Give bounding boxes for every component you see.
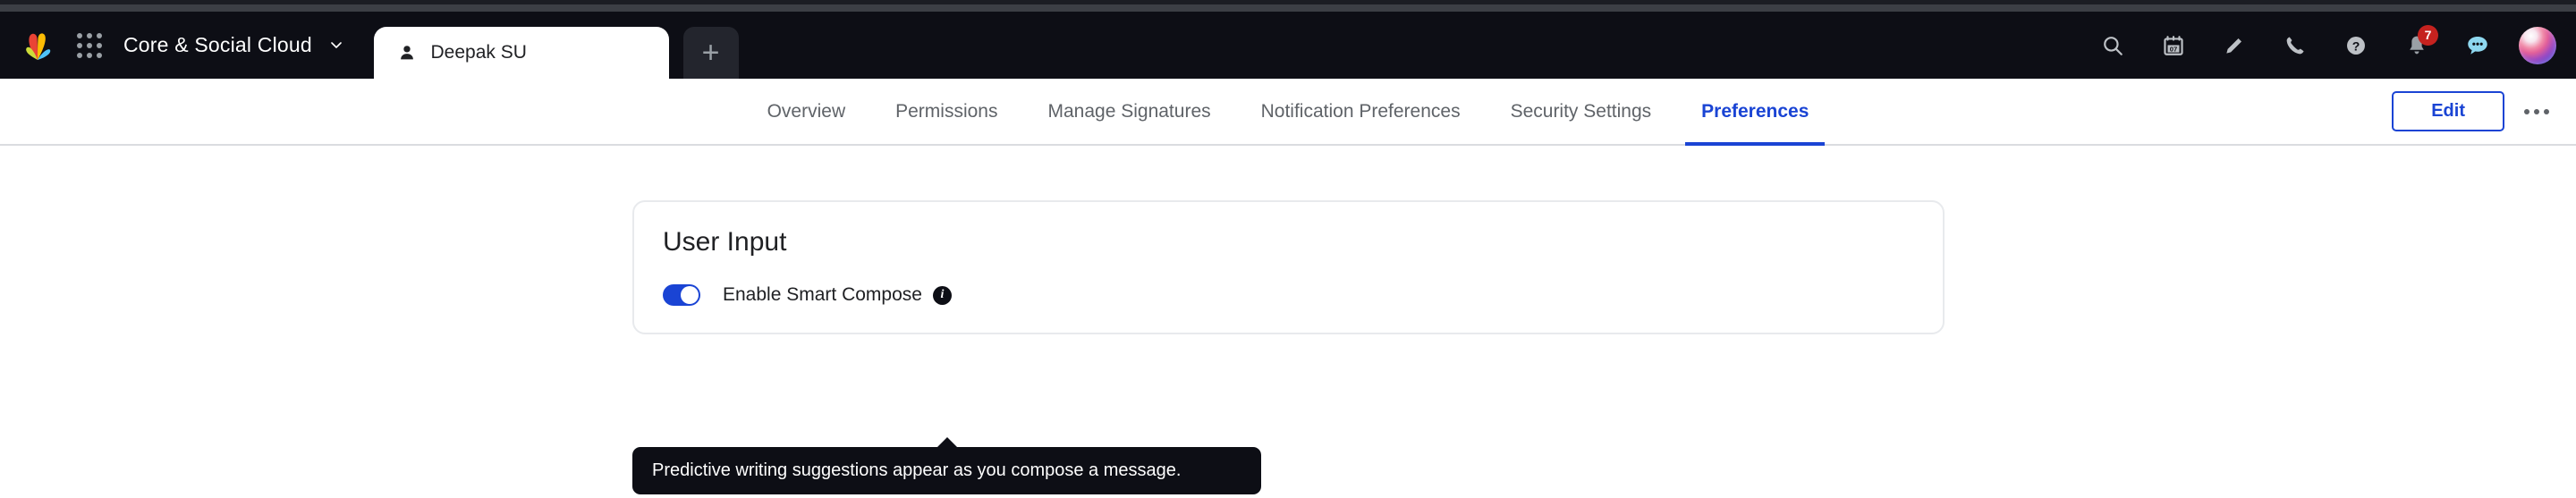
more-dot [2524,108,2529,114]
smart-compose-label: Enable Smart Compose [723,284,922,305]
more-options-icon[interactable] [2517,92,2556,131]
info-icon[interactable]: i [932,285,952,305]
calendar-icon[interactable]: 07 [2154,26,2193,65]
edit-button[interactable]: Edit [2392,91,2504,131]
browser-tabstrip: Deepak SU + [373,12,739,79]
apps-grid-icon[interactable] [72,28,107,63]
user-input-card: User Input Enable Smart Compose i [632,200,1945,334]
help-icon[interactable]: ? [2336,26,2376,65]
grid-dot [97,52,102,58]
tab-overview[interactable]: Overview [742,79,871,144]
nav-tabs: Overview Permissions Manage Signatures N… [742,79,1835,146]
tab-security-settings[interactable]: Security Settings [1486,79,1677,144]
page-content: User Input Enable Smart Compose i Predic… [0,146,2576,498]
pencil-icon[interactable] [2215,26,2254,65]
notification-badge: 7 [2418,24,2438,46]
smart-compose-tooltip: Predictive writing suggestions appear as… [632,437,1261,494]
grid-dot [77,32,82,38]
setting-row-smart-compose: Enable Smart Compose i [663,284,1914,306]
top-app-bar: Core & Social Cloud Deepak SU + 07 ? 7 [0,12,2576,79]
bell-icon[interactable]: 7 [2397,24,2438,65]
plus-icon: + [701,36,720,70]
grid-dot [97,32,102,38]
tab-notification-preferences[interactable]: Notification Preferences [1236,79,1486,144]
app-bar-right-group: 07 ? 7 [2093,12,2576,79]
chat-icon[interactable] [2458,26,2497,65]
window-chrome-strip [0,4,2576,12]
person-icon [397,43,417,63]
tab-permissions[interactable]: Permissions [870,79,1022,144]
brand-logo-icon[interactable] [20,28,55,63]
search-icon[interactable] [2093,26,2132,65]
tab-overview-label: Overview [767,100,846,122]
card-title: User Input [663,227,787,257]
avatar[interactable] [2519,26,2556,64]
tab-preferences[interactable]: Preferences [1676,79,1834,146]
tab-manage-signatures-label: Manage Signatures [1047,100,1211,122]
grid-dot [87,32,92,38]
grid-dot [87,52,92,58]
tooltip-text: Predictive writing suggestions appear as… [652,460,1182,480]
tab-preferences-label: Preferences [1701,100,1809,122]
svg-text:07: 07 [2170,45,2177,53]
more-dot [2534,108,2539,114]
app-bar-left-group: Core & Social Cloud [0,12,343,79]
chevron-down-icon [329,38,343,56]
toggle-knob [681,286,699,304]
grid-dot [97,42,102,48]
new-tab-button[interactable]: + [682,27,739,79]
grid-dot [77,42,82,48]
more-dot [2544,108,2549,114]
tab-notification-preferences-label: Notification Preferences [1260,100,1461,122]
tab-manage-signatures[interactable]: Manage Signatures [1023,79,1236,144]
org-switcher[interactable]: Core & Social Cloud [123,33,343,57]
svg-text:?: ? [2352,38,2360,53]
grid-dot [87,42,92,48]
smart-compose-toggle[interactable] [663,284,700,306]
org-switcher-label: Core & Social Cloud [123,33,312,56]
phone-icon[interactable] [2275,26,2315,65]
nav-actions: Edit [2392,79,2556,144]
tab-security-settings-label: Security Settings [1510,100,1652,122]
tab-deepak-su[interactable]: Deepak SU [373,27,669,79]
tab-label: Deepak SU [430,42,527,63]
tab-permissions-label: Permissions [895,100,998,122]
grid-dot [77,52,82,58]
section-nav-bar: Overview Permissions Manage Signatures N… [0,79,2576,146]
